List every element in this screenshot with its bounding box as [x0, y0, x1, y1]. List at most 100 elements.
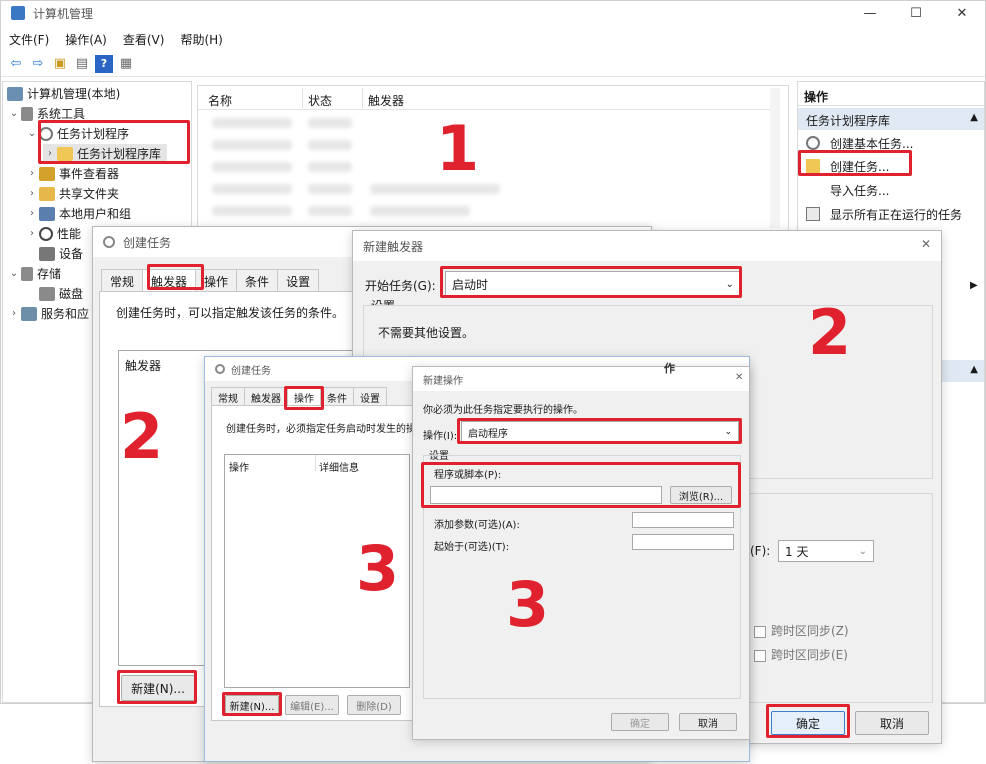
- tree-shared-folders[interactable]: › 共享文件夹: [25, 184, 119, 203]
- table-row[interactable]: [212, 140, 292, 150]
- chevron-down-icon[interactable]: ⌄: [7, 108, 21, 119]
- checkbox[interactable]: [754, 625, 766, 638]
- menu-action[interactable]: 操作(A): [57, 29, 115, 49]
- actions-section[interactable]: 任务计划程序库 ▲: [798, 108, 984, 130]
- close-icon[interactable]: ✕: [735, 372, 743, 383]
- toolbar: ⇦ ⇨ ▣ ▤ ? ▦: [1, 51, 985, 77]
- list-header: 名称 状态 触发器: [198, 88, 778, 110]
- tree-services[interactable]: › 服务和应: [7, 304, 89, 323]
- table-row[interactable]: [212, 206, 292, 216]
- disk-icon: [39, 286, 55, 301]
- table-row: [308, 206, 352, 216]
- col-divider: [362, 88, 363, 108]
- col-name[interactable]: 名称: [208, 92, 232, 109]
- chevron-right-icon[interactable]: ›: [25, 188, 39, 199]
- menu-view[interactable]: 查看(V): [115, 29, 173, 49]
- table-row[interactable]: [212, 184, 292, 194]
- tab-conditions[interactable]: 条件: [320, 387, 354, 407]
- actions-description: 创建任务时，必须指定任务启动时发生的操作。: [226, 424, 436, 435]
- col-divider: [315, 455, 316, 471]
- menu-file[interactable]: 文件(F): [1, 29, 57, 49]
- task-list-pane: 名称 状态 触发器: [197, 85, 789, 235]
- highlight-start-task: [440, 266, 742, 298]
- tree-local-users[interactable]: › 本地用户和组: [25, 204, 131, 223]
- menu-help[interactable]: 帮助(H): [172, 29, 230, 49]
- action-import-task[interactable]: 导入任务...: [798, 179, 889, 201]
- event-viewer-icon: [39, 166, 55, 181]
- submenu-arrow-icon[interactable]: ▶: [970, 280, 978, 291]
- action-show-running[interactable]: 显示所有正在运行的任务: [798, 203, 962, 225]
- window-title: 计算机管理: [33, 6, 94, 21]
- chevron-right-icon[interactable]: ›: [7, 308, 21, 319]
- tab-settings[interactable]: 设置: [353, 387, 387, 407]
- minimize-button[interactable]: —: [847, 1, 893, 25]
- col-trigger[interactable]: 触发器: [368, 92, 404, 109]
- table-row[interactable]: [212, 162, 292, 172]
- step-number-3b: 3: [506, 568, 550, 641]
- repeat-label: (F):: [750, 544, 771, 558]
- chevron-right-icon[interactable]: ›: [25, 168, 39, 179]
- tab-triggers[interactable]: 触发器: [244, 387, 288, 407]
- close-icon[interactable]: ✕: [921, 237, 931, 251]
- tree-root[interactable]: 计算机管理(本地): [7, 84, 120, 103]
- highlight-action-type: [457, 418, 742, 444]
- forward-arrow-icon[interactable]: ⇨: [29, 55, 47, 73]
- table-row[interactable]: [212, 118, 292, 128]
- clock-icon: [215, 364, 225, 374]
- args-input[interactable]: [632, 512, 734, 528]
- sync-timezone-1[interactable]: 跨时区同步(Z): [754, 622, 849, 639]
- highlight-create-task: [798, 150, 912, 176]
- tab-general[interactable]: 常规: [211, 387, 245, 407]
- table-row: [308, 118, 352, 128]
- chevron-right-icon[interactable]: ›: [25, 228, 39, 239]
- tree-event-viewer[interactable]: › 事件查看器: [25, 164, 119, 183]
- running-tasks-icon: [806, 207, 820, 221]
- chevron-down-icon[interactable]: ⌄: [7, 268, 21, 279]
- back-arrow-icon[interactable]: ⇦: [7, 55, 25, 73]
- chevron-right-icon[interactable]: ›: [25, 208, 39, 219]
- scrollbar[interactable]: [770, 88, 780, 228]
- computer-icon: [7, 86, 23, 101]
- col-action[interactable]: 操作: [229, 459, 249, 474]
- collapse-up-icon[interactable]: ▲: [970, 364, 978, 375]
- triggers-description: 创建任务时，可以指定触发该任务的条件。: [116, 306, 345, 320]
- up-folder-icon[interactable]: ▣: [51, 55, 69, 73]
- cancel-button[interactable]: 取消: [855, 711, 929, 735]
- checkbox[interactable]: [754, 649, 766, 662]
- table-row: [308, 184, 352, 194]
- storage-icon: [21, 266, 33, 281]
- maximize-button[interactable]: ☐: [893, 1, 939, 25]
- close-button[interactable]: ✕: [939, 1, 985, 25]
- show-hide-tree-icon[interactable]: ▤: [73, 55, 91, 73]
- ok-button[interactable]: 确定: [611, 713, 669, 731]
- no-settings-text: 不需要其他设置。: [378, 326, 475, 340]
- sync-timezone-2[interactable]: 跨时区同步(E): [754, 646, 848, 663]
- delete-action-button[interactable]: 删除(D): [347, 695, 401, 715]
- tools-icon: [21, 106, 33, 121]
- tree-performance[interactable]: › 性能: [25, 224, 81, 243]
- step-number-3: 3: [356, 532, 400, 605]
- properties-icon[interactable]: ▦: [117, 55, 135, 73]
- help-icon[interactable]: ?: [95, 54, 113, 73]
- clock-icon: [806, 136, 820, 150]
- action-type-label: 操作(I):: [423, 431, 458, 442]
- users-icon: [39, 206, 55, 221]
- chevron-down-icon[interactable]: ⌄: [25, 128, 39, 139]
- col-status[interactable]: 状态: [308, 92, 332, 109]
- col-detail[interactable]: 详细信息: [319, 459, 359, 474]
- tree-disk[interactable]: 磁盘: [39, 284, 83, 303]
- edit-action-button[interactable]: 编辑(E)...: [285, 695, 339, 715]
- table-row: [370, 206, 470, 216]
- duration-select[interactable]: 1 天 ⌄: [778, 540, 874, 562]
- col-trigger[interactable]: 触发器: [125, 357, 161, 374]
- step-number-2: 2: [120, 400, 164, 473]
- tree-storage[interactable]: ⌄ 存储: [7, 264, 61, 283]
- collapse-up-icon[interactable]: ▲: [970, 112, 978, 123]
- tab-settings[interactable]: 设置: [277, 269, 320, 293]
- tree-device[interactable]: 设备: [39, 244, 83, 263]
- tab-conditions[interactable]: 条件: [236, 269, 279, 293]
- menu-bar: 文件(F) 操作(A) 查看(V) 帮助(H): [1, 29, 231, 49]
- tab-general[interactable]: 常规: [101, 269, 144, 293]
- start-in-input[interactable]: [632, 534, 734, 550]
- cancel-button[interactable]: 取消: [679, 713, 737, 731]
